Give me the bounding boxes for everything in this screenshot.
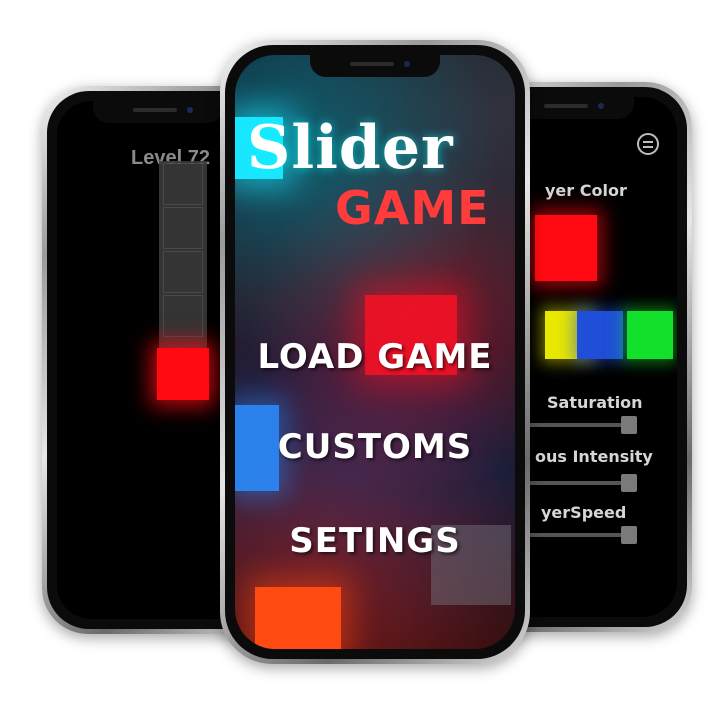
phone-bezel: Slider GAME LOAD GAME CUSTOMS SETINGS [225, 45, 525, 659]
title-game-text: GAME [335, 181, 490, 235]
selected-color-swatch [535, 215, 597, 281]
slider-track [159, 161, 207, 351]
color-swatch-green[interactable] [627, 311, 673, 359]
phone-notch [310, 55, 440, 77]
load-game-button[interactable]: LOAD GAME [235, 337, 515, 377]
slider-knob[interactable] [621, 416, 637, 434]
intensity-label: ous Intensity [535, 447, 653, 466]
track-cell [163, 207, 203, 249]
track-cell [163, 251, 203, 293]
player-block[interactable] [157, 348, 209, 400]
speed-label: yerSpeed [541, 503, 627, 522]
track-cell [163, 295, 203, 337]
title-slider-text: Slider [247, 113, 454, 183]
color-swatch-blue[interactable] [577, 311, 623, 359]
slider-knob[interactable] [621, 474, 637, 492]
saturation-label: Saturation [547, 393, 643, 412]
main-menu-phone: Slider GAME LOAD GAME CUSTOMS SETINGS [220, 40, 530, 664]
slider-knob[interactable] [621, 526, 637, 544]
settings-button[interactable]: SETINGS [235, 521, 515, 561]
player-color-label: yer Color [545, 181, 627, 200]
menu-icon[interactable] [637, 133, 659, 155]
customs-button[interactable]: CUSTOMS [235, 427, 515, 467]
phone-notch [93, 101, 223, 123]
track-cell [163, 163, 203, 205]
orange-tile [255, 587, 341, 649]
main-menu-screen: Slider GAME LOAD GAME CUSTOMS SETINGS [235, 55, 515, 649]
